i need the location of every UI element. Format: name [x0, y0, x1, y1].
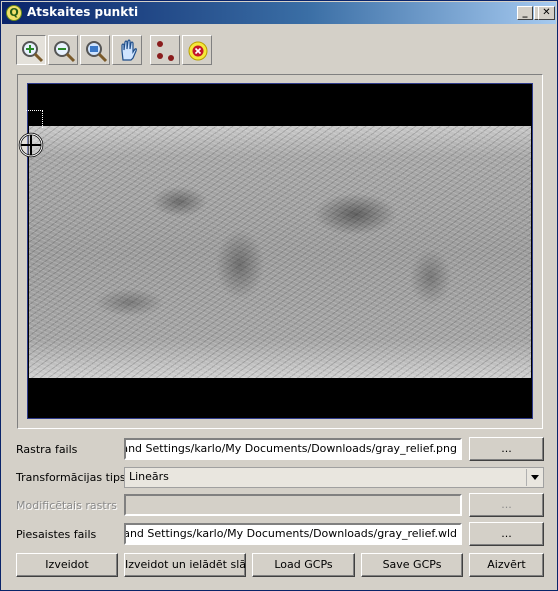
modified-raster-field[interactable]: [124, 494, 462, 516]
zoom-cursor-icon: [18, 132, 44, 158]
delete-point-tool[interactable]: [182, 35, 212, 65]
modified-raster-browse-button[interactable]: ...: [469, 493, 544, 517]
zoom-full-icon: [86, 41, 108, 63]
gray-relief-raster: [29, 126, 531, 378]
add-point-tool[interactable]: [150, 35, 180, 65]
create-and-load-button[interactable]: Izveidot un ielādēt slāni: [124, 553, 246, 577]
transform-type-select[interactable]: Lineārs: [124, 467, 544, 488]
delete-point-icon: [188, 41, 208, 61]
raster-file-value: uments and Settings/karlo/My Documents/D…: [126, 442, 457, 455]
title-bar[interactable]: Q Atskaites punkti _ □: [2, 2, 556, 24]
save-gcps-button[interactable]: Save GCPs: [361, 553, 463, 577]
pan-icon: [121, 39, 137, 61]
add-point-icon: [157, 41, 174, 61]
zoom-out-icon: [54, 41, 76, 63]
qgis-icon: Q: [6, 5, 22, 21]
transform-type-value: Lineārs: [129, 470, 169, 483]
pan-tool[interactable]: [112, 35, 142, 65]
raster-file-browse-button[interactable]: ...: [469, 437, 544, 461]
modified-raster-label: Modificētais rastrs: [16, 499, 117, 512]
chevron-down-icon[interactable]: [526, 469, 542, 486]
window-title: Atskaites punkti: [27, 5, 139, 19]
zoom-rubberband: [26, 110, 43, 128]
close-window-button[interactable]: ✕: [538, 6, 555, 20]
zoom-in-tool[interactable]: [16, 35, 46, 65]
create-button[interactable]: Izveidot: [16, 553, 118, 577]
zoom-in-icon: [22, 41, 44, 63]
raster-file-label: Rastra fails: [16, 443, 78, 456]
link-file-field[interactable]: uments and Settings/karlo/My Documents/D…: [124, 523, 462, 545]
georeferencer-window: Q Atskaites punkti _ □ ✕: [0, 0, 558, 591]
link-file-browse-button[interactable]: ...: [469, 522, 544, 546]
transform-type-label: Transformācijas tips: [16, 471, 126, 484]
zoom-out-tool[interactable]: [48, 35, 78, 65]
map-canvas[interactable]: [18, 83, 533, 419]
raster-file-field[interactable]: uments and Settings/karlo/My Documents/D…: [124, 438, 462, 460]
link-file-value: uments and Settings/karlo/My Documents/D…: [124, 527, 457, 540]
load-gcps-button[interactable]: Load GCPs: [252, 553, 355, 577]
close-button[interactable]: Aizvērt: [469, 553, 544, 577]
zoom-full-tool[interactable]: [80, 35, 110, 65]
minimize-button[interactable]: _: [517, 6, 533, 20]
link-file-label: Piesaistes fails: [16, 528, 97, 541]
